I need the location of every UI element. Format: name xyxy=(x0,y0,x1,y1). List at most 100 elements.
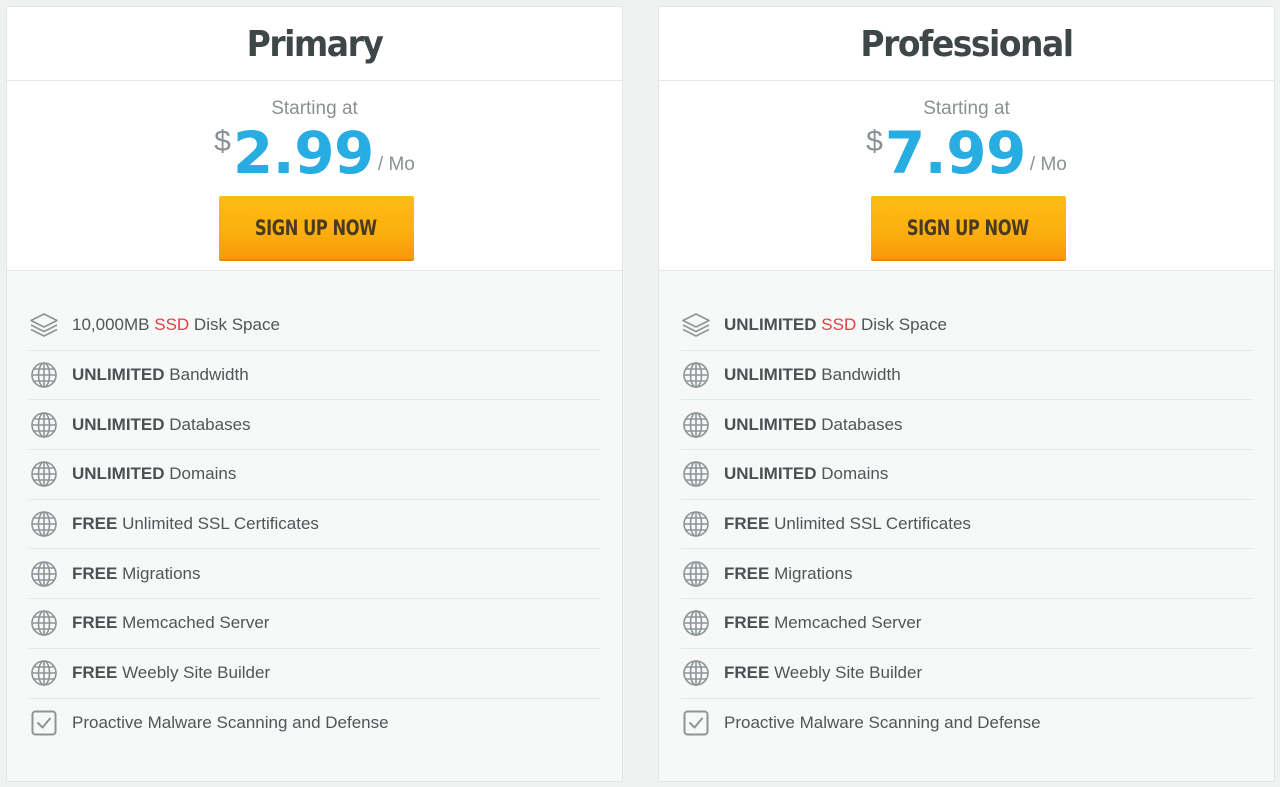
feature-emphasis: FREE xyxy=(72,563,118,583)
globe-icon xyxy=(681,410,711,440)
feature-item: UNLIMITED Domains xyxy=(681,450,1252,500)
feature-item: FREE Unlimited SSL Certificates xyxy=(29,500,600,550)
feature-emphasis: UNLIMITED xyxy=(724,365,817,385)
feature-emphasis: UNLIMITED xyxy=(72,414,165,434)
feature-label: Databases xyxy=(816,414,903,434)
plan-header: Primary xyxy=(7,7,622,81)
feature-label: Weebly Site Builder xyxy=(117,663,271,683)
feature-label: Migrations xyxy=(769,563,853,583)
feature-label: Memcached Server xyxy=(769,613,922,633)
globe-icon xyxy=(29,658,59,688)
feature-item: UNLIMITED Databases xyxy=(681,400,1252,451)
globe-icon xyxy=(681,509,711,539)
feature-emphasis: FREE xyxy=(724,563,770,583)
feature-label: Disk Space xyxy=(856,315,947,335)
feature-text: UNLIMITED SSD Disk Space xyxy=(724,315,947,335)
feature-text: UNLIMITED Bandwidth xyxy=(724,365,901,385)
feature-label: Databases xyxy=(164,414,251,434)
sign-up-button[interactable]: SIGN UP NOW xyxy=(870,196,1066,259)
feature-highlight: SSD xyxy=(821,315,857,335)
globe-icon xyxy=(29,360,59,390)
feature-text: UNLIMITED Databases xyxy=(724,415,903,435)
feature-item: UNLIMITED Domains xyxy=(29,450,600,500)
feature-emphasis: FREE xyxy=(72,663,118,683)
layers-icon xyxy=(29,310,59,340)
feature-text: Proactive Malware Scanning and Defense xyxy=(724,713,1041,733)
feature-item: FREE Memcached Server xyxy=(681,599,1252,649)
feature-item: Proactive Malware Scanning and Defense xyxy=(29,699,600,749)
globe-icon xyxy=(681,559,711,589)
starting-at-label: Starting at xyxy=(271,98,358,119)
feature-text: FREE Memcached Server xyxy=(724,613,921,633)
globe-icon xyxy=(29,410,59,440)
feature-label: Unlimited SSL Certificates xyxy=(117,514,319,534)
feature-list: 10,000MB SSD Disk Space UNLIMITED Bandwid… xyxy=(7,271,622,781)
feature-label: Bandwidth xyxy=(164,365,249,385)
feature-emphasis: UNLIMITED xyxy=(724,315,817,335)
sign-up-button[interactable]: SIGN UP NOW xyxy=(218,196,414,259)
feature-label: Disk Space xyxy=(189,315,280,335)
feature-item: FREE Weebly Site Builder xyxy=(681,649,1252,699)
price-amount: 7.99 xyxy=(884,119,1027,187)
price-amount: 2.99 xyxy=(232,119,375,187)
plan-title: Professional xyxy=(860,22,1074,65)
feature-label: Weebly Site Builder xyxy=(769,663,923,683)
feature-label: Bandwidth xyxy=(816,365,901,385)
feature-item: FREE Weebly Site Builder xyxy=(29,649,600,699)
globe-icon xyxy=(681,608,711,638)
globe-icon xyxy=(681,658,711,688)
feature-item: UNLIMITED Bandwidth xyxy=(681,351,1252,401)
feature-emphasis: FREE xyxy=(724,613,770,633)
currency-symbol: $ xyxy=(214,125,231,158)
price-period: / Mo xyxy=(1029,154,1067,175)
feature-text: FREE Weebly Site Builder xyxy=(72,663,270,683)
plan-card-professional: Professional Starting at $ 7.99 / Mo SIG… xyxy=(658,6,1275,782)
feature-text: FREE Unlimited SSL Certificates xyxy=(72,514,319,534)
currency-symbol: $ xyxy=(866,125,883,158)
feature-label: Proactive Malware Scanning and Defense xyxy=(724,713,1041,733)
feature-text: FREE Migrations xyxy=(72,564,200,584)
feature-emphasis: UNLIMITED xyxy=(72,464,165,484)
feature-item: UNLIMITED Bandwidth xyxy=(29,351,600,401)
price-period: / Mo xyxy=(377,154,415,175)
feature-text: Proactive Malware Scanning and Defense xyxy=(72,713,389,733)
plan-header: Professional xyxy=(659,7,1274,81)
sign-up-label: SIGN UP NOW xyxy=(255,215,377,240)
plan-card-primary: Primary Starting at $ 2.99 / Mo SIGN UP … xyxy=(6,6,623,782)
checkbox-icon xyxy=(681,708,711,738)
feature-text: UNLIMITED Databases xyxy=(72,415,251,435)
layers-icon xyxy=(681,310,711,340)
feature-text: UNLIMITED Bandwidth xyxy=(72,365,249,385)
feature-text: UNLIMITED Domains xyxy=(72,464,236,484)
feature-emphasis: FREE xyxy=(72,613,118,633)
feature-emphasis: UNLIMITED xyxy=(724,464,817,484)
globe-icon xyxy=(29,509,59,539)
price-section: Starting at $ 7.99 / Mo SIGN UP NOW xyxy=(659,81,1274,271)
feature-item: FREE Unlimited SSL Certificates xyxy=(681,500,1252,550)
feature-item: FREE Migrations xyxy=(681,549,1252,600)
feature-text: FREE Memcached Server xyxy=(72,613,269,633)
price: $ 7.99 / Mo xyxy=(659,121,1274,185)
price-section: Starting at $ 2.99 / Mo SIGN UP NOW xyxy=(7,81,622,271)
feature-emphasis: FREE xyxy=(72,514,118,534)
feature-item: UNLIMITED Databases xyxy=(29,400,600,451)
feature-text: FREE Weebly Site Builder xyxy=(724,663,922,683)
feature-item: FREE Memcached Server xyxy=(29,599,600,649)
feature-item: Proactive Malware Scanning and Defense xyxy=(681,699,1252,749)
globe-icon xyxy=(681,360,711,390)
feature-emphasis: UNLIMITED xyxy=(72,365,165,385)
feature-label: Proactive Malware Scanning and Defense xyxy=(72,713,389,733)
feature-text: UNLIMITED Domains xyxy=(724,464,888,484)
feature-label: Unlimited SSL Certificates xyxy=(769,514,971,534)
sign-up-label: SIGN UP NOW xyxy=(907,215,1029,240)
feature-item: 10,000MB SSD Disk Space xyxy=(29,301,600,351)
feature-emphasis: UNLIMITED xyxy=(724,414,817,434)
globe-icon xyxy=(29,608,59,638)
checkbox-icon xyxy=(29,708,59,738)
feature-emphasis: FREE xyxy=(724,514,770,534)
feature-label: Domains xyxy=(164,464,237,484)
feature-emphasis: FREE xyxy=(724,663,770,683)
feature-text: FREE Migrations xyxy=(724,564,852,584)
feature-text: FREE Unlimited SSL Certificates xyxy=(724,514,971,534)
feature-highlight: SSD xyxy=(154,315,190,335)
